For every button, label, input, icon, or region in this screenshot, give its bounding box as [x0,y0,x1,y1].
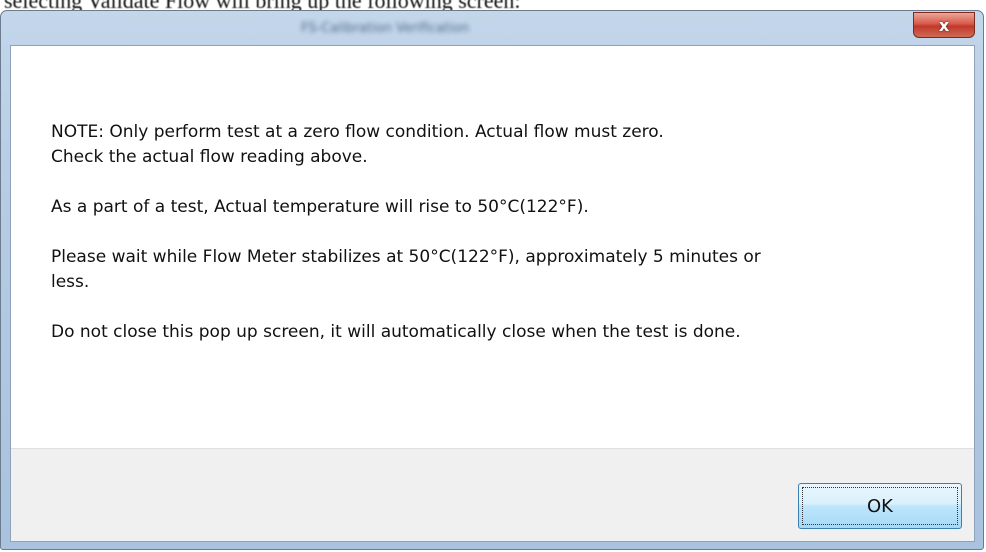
window-title: FS-Calibration Verification [301,21,470,36]
message-line: NOTE: Only perform test at a zero flow c… [51,122,664,142]
title-bar[interactable]: FS-Calibration Verification x [1,11,983,45]
dialog-window: FS-Calibration Verification x NOTE: Only… [0,10,984,550]
message-line: As a part of a test, Actual temperature … [51,197,589,217]
close-icon: x [938,15,950,35]
button-bar: OK [11,448,974,541]
close-button[interactable]: x [913,12,975,38]
ok-button[interactable]: OK [798,483,962,529]
dialog-content: NOTE: Only perform test at a zero flow c… [10,45,975,542]
message-line: Please wait while Flow Meter stabilizes … [51,247,761,267]
message-text: NOTE: Only perform test at a zero flow c… [51,120,941,345]
message-line: Check the actual flow reading above. [51,147,368,167]
message-line: Do not close this pop up screen, it will… [51,322,741,342]
message-line: less. [51,272,90,292]
ok-button-label: OK [802,487,958,525]
